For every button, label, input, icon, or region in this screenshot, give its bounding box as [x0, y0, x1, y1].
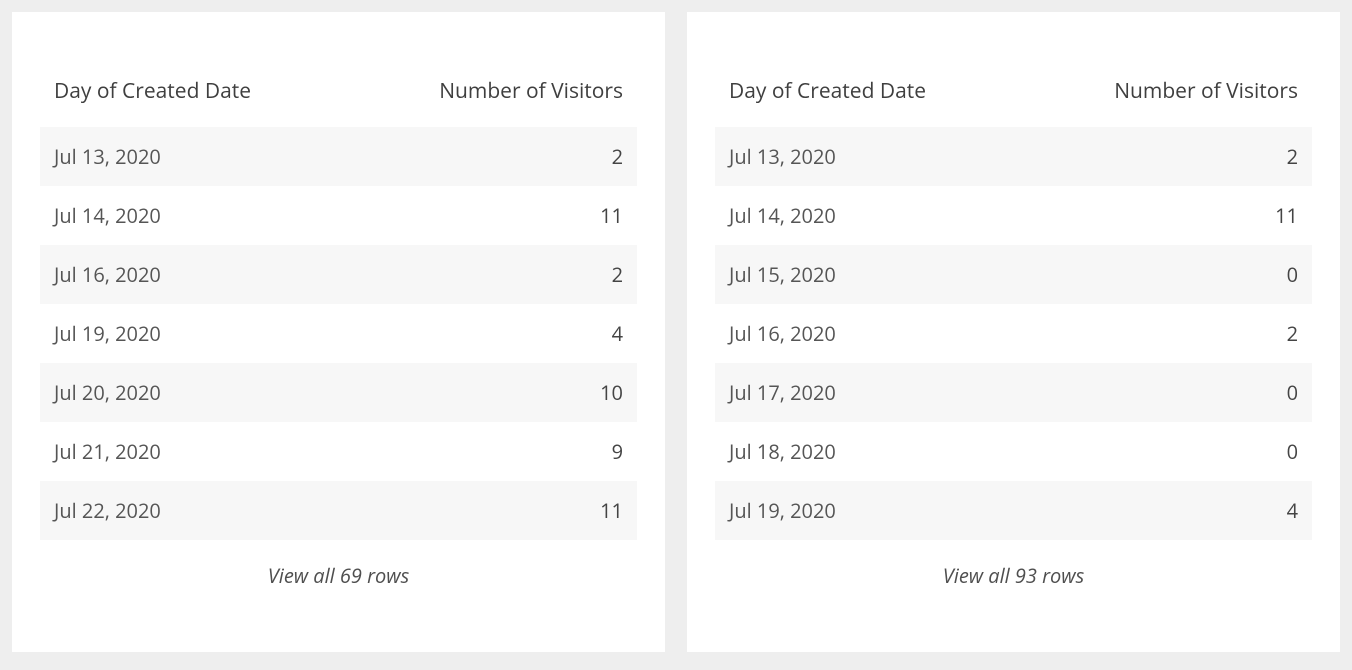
cell-date: Jul 14, 2020: [40, 186, 348, 245]
cell-date: Jul 19, 2020: [40, 304, 348, 363]
table-row: Jul 15, 2020 0: [715, 245, 1312, 304]
table-row: Jul 21, 2020 9: [40, 422, 637, 481]
table-row: Jul 19, 2020 4: [715, 481, 1312, 540]
cell-date: Jul 15, 2020: [715, 245, 1023, 304]
cell-date: Jul 18, 2020: [715, 422, 1023, 481]
cell-date: Jul 17, 2020: [715, 363, 1023, 422]
cell-visitors: 2: [348, 245, 637, 304]
table-row: Jul 18, 2020 0: [715, 422, 1312, 481]
table-header-row: Day of Created Date Number of Visitors: [715, 67, 1312, 127]
cell-visitors: 11: [1023, 186, 1312, 245]
table-row: Jul 16, 2020 2: [40, 245, 637, 304]
table-row: Jul 13, 2020 2: [40, 127, 637, 186]
view-all-rows-link[interactable]: View all 69 rows: [40, 540, 637, 589]
cell-visitors: 11: [348, 481, 637, 540]
cell-visitors: 0: [1023, 245, 1312, 304]
cell-visitors: 9: [348, 422, 637, 481]
table-row: Jul 14, 2020 11: [715, 186, 1312, 245]
cell-visitors: 2: [348, 127, 637, 186]
table-row: Jul 14, 2020 11: [40, 186, 637, 245]
column-header-visitors: Number of Visitors: [1023, 67, 1312, 127]
cell-visitors: 0: [1023, 363, 1312, 422]
cell-date: Jul 16, 2020: [715, 304, 1023, 363]
table-row: Jul 19, 2020 4: [40, 304, 637, 363]
cell-date: Jul 22, 2020: [40, 481, 348, 540]
visitors-table-right: Day of Created Date Number of Visitors J…: [715, 67, 1312, 540]
cell-date: Jul 14, 2020: [715, 186, 1023, 245]
visitors-card-right: Day of Created Date Number of Visitors J…: [687, 12, 1340, 652]
column-header-date: Day of Created Date: [40, 67, 348, 127]
cell-visitors: 2: [1023, 127, 1312, 186]
table-row: Jul 17, 2020 0: [715, 363, 1312, 422]
column-header-visitors: Number of Visitors: [348, 67, 637, 127]
cell-date: Jul 13, 2020: [715, 127, 1023, 186]
cell-date: Jul 21, 2020: [40, 422, 348, 481]
cell-visitors: 4: [348, 304, 637, 363]
table-header-row: Day of Created Date Number of Visitors: [40, 67, 637, 127]
table-row: Jul 16, 2020 2: [715, 304, 1312, 363]
column-header-date: Day of Created Date: [715, 67, 1023, 127]
cell-date: Jul 19, 2020: [715, 481, 1023, 540]
view-all-rows-link[interactable]: View all 93 rows: [715, 540, 1312, 589]
cell-visitors: 2: [1023, 304, 1312, 363]
visitors-card-left: Day of Created Date Number of Visitors J…: [12, 12, 665, 652]
table-row: Jul 13, 2020 2: [715, 127, 1312, 186]
cell-date: Jul 13, 2020: [40, 127, 348, 186]
cards-container: Day of Created Date Number of Visitors J…: [12, 12, 1340, 652]
table-row: Jul 22, 2020 11: [40, 481, 637, 540]
cell-date: Jul 16, 2020: [40, 245, 348, 304]
cell-visitors: 11: [348, 186, 637, 245]
cell-visitors: 4: [1023, 481, 1312, 540]
cell-visitors: 10: [348, 363, 637, 422]
table-row: Jul 20, 2020 10: [40, 363, 637, 422]
visitors-table-left: Day of Created Date Number of Visitors J…: [40, 67, 637, 540]
cell-date: Jul 20, 2020: [40, 363, 348, 422]
cell-visitors: 0: [1023, 422, 1312, 481]
